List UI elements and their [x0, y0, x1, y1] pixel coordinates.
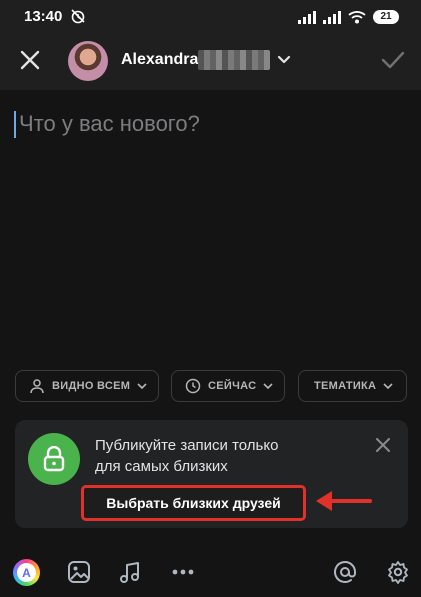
promo-text-line: Публикуйте записи только: [95, 437, 279, 454]
settings-icon: [388, 561, 408, 584]
promo-text-line: для самых близких: [95, 458, 228, 475]
post-area: [0, 90, 421, 360]
image-icon: [68, 561, 90, 583]
lock-icon: [43, 446, 65, 472]
chevron-down-icon: [383, 383, 393, 390]
time-label: СЕЙЧАС: [208, 380, 257, 392]
audience-label: ВИДНО ВСЕМ: [52, 380, 131, 392]
signal-icon: [298, 10, 316, 24]
chevron-down-icon[interactable]: [276, 53, 292, 67]
status-bar: 13:40 21: [0, 0, 421, 32]
attach-music-button[interactable]: [117, 559, 143, 585]
user-icon: [30, 379, 44, 394]
lock-badge: [28, 433, 80, 485]
settings-button[interactable]: [385, 559, 411, 585]
choose-close-friends-button[interactable]: Выбрать близких друзей: [81, 485, 306, 521]
chevron-down-icon: [137, 383, 147, 390]
post-text-input[interactable]: [19, 106, 409, 142]
publish-button[interactable]: [377, 44, 409, 76]
post-editor-header: Alexandra: [0, 32, 421, 90]
signal-icon: [323, 10, 341, 24]
mention-button[interactable]: [332, 559, 358, 585]
promo-close-button[interactable]: [372, 434, 394, 456]
post-options: ВИДНО ВСЕМ СЕЙЧАС ТЕМАТИКА: [0, 370, 421, 402]
promo-text: Публикуйте записи только для самых близк…: [95, 435, 345, 477]
time-dropdown[interactable]: СЕЙЧАС: [171, 370, 285, 402]
topic-dropdown[interactable]: ТЕМАТИКА: [298, 370, 407, 402]
chevron-down-icon: [263, 383, 273, 390]
status-indicators: 21: [298, 9, 399, 25]
annotation-arrow-icon: [316, 491, 372, 511]
close-icon: [376, 438, 390, 452]
more-icon: [172, 569, 194, 575]
text-cursor: [14, 111, 16, 138]
status-time: 13:40: [24, 8, 63, 25]
more-button[interactable]: [170, 559, 196, 585]
battery-indicator: 21: [373, 10, 399, 24]
clock-icon: [185, 378, 201, 394]
close-button[interactable]: [14, 44, 46, 76]
bottom-toolbar: A: [0, 545, 421, 597]
audience-dropdown[interactable]: ВИДНО ВСЕМ: [15, 370, 159, 402]
blurred-surname: [198, 50, 270, 70]
close-icon: [20, 50, 40, 70]
vk-a-icon: A: [17, 563, 36, 582]
music-icon: [120, 562, 139, 583]
attach-photo-button[interactable]: [66, 559, 92, 585]
avatar[interactable]: [68, 41, 108, 81]
checkmark-icon: [381, 51, 405, 69]
mention-icon: [334, 561, 356, 583]
vk-a-button[interactable]: A: [13, 559, 40, 586]
alarm-off-icon: [71, 9, 85, 24]
author-name[interactable]: Alexandra: [121, 51, 198, 69]
wifi-icon: [348, 11, 366, 24]
topic-label: ТЕМАТИКА: [314, 380, 377, 392]
